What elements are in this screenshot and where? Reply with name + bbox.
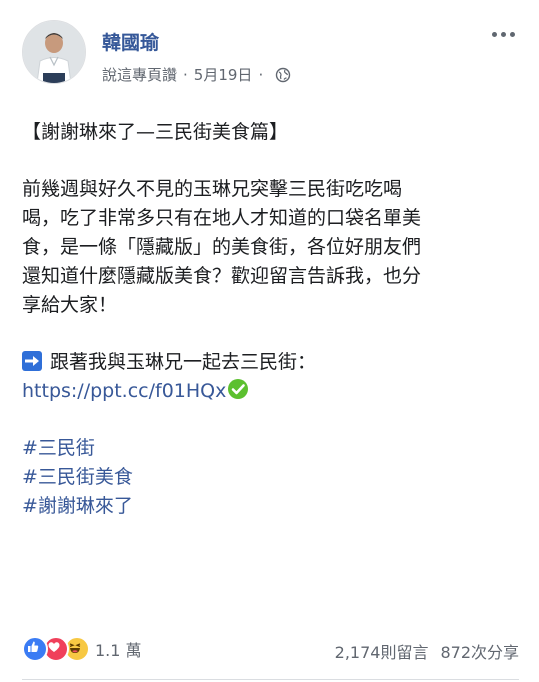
body-line: 前幾週與好久不見的玉琳兄突擊三民街吃吃喝 [22, 178, 403, 200]
post-date[interactable]: 5月19日 [194, 64, 253, 85]
cta-text: 跟著我與玉琳兄一起去三民街： [50, 351, 317, 373]
comment-count[interactable]: 2,174則留言 [335, 639, 429, 663]
share-count[interactable]: 872次分享 [440, 639, 519, 663]
page-source-link[interactable]: 說這專頁讚 [102, 64, 177, 85]
reaction-summary[interactable]: 1.1 萬 [22, 636, 142, 662]
check-mark-icon [228, 379, 249, 399]
meta-separator: · [183, 65, 188, 84]
right-arrow-icon [22, 351, 42, 371]
meta-separator: · [258, 65, 264, 84]
body-line: 喝，吃了非常多只有在地人才知道的口袋名單美 [22, 207, 422, 229]
like-icon [22, 636, 48, 662]
cta-line: 跟著我與玉琳兄一起去三民街： [22, 348, 519, 377]
post-link[interactable]: https://ppt.cc/f01HQx [22, 380, 226, 402]
post-content: 【謝謝琳來了—三民街美食篇】 前幾週與好久不見的玉琳兄突擊三民街吃吃喝 喝，吃了… [22, 118, 519, 521]
engagement-stats: 2,174則留言 872次分享 [335, 639, 519, 663]
reaction-count: 1.1 萬 [95, 641, 142, 660]
post-footer: 1.1 萬 2,174則留言 872次分享 [22, 636, 519, 666]
author-name[interactable]: 韓國瑜 [102, 28, 159, 55]
post-header: 韓國瑜 說這專頁讚 · 5月19日 · [22, 20, 519, 86]
globe-icon[interactable] [275, 67, 291, 83]
hashtag-list: #三民街 #三民街美食 #謝謝琳來了 [22, 434, 519, 521]
body-line: 享給大家！ [22, 294, 118, 316]
hashtag[interactable]: #三民街美食 [22, 463, 519, 492]
post-meta: 說這專頁讚 · 5月19日 · [102, 64, 291, 85]
post-body: 前幾週與好久不見的玉琳兄突擊三民街吃吃喝 喝，吃了非常多只有在地人才知道的口袋名… [22, 175, 519, 320]
footer-divider [22, 679, 519, 680]
post-title: 【謝謝琳來了—三民街美食篇】 [22, 121, 289, 143]
profile-photo-icon [23, 21, 85, 83]
body-line: 食，是一條「隱藏版」的美食街，各位好朋友們 [22, 236, 422, 258]
body-line: 還知道什麼隱藏版美食？歡迎留言告訴我，也分 [22, 265, 422, 287]
hashtag[interactable]: #三民街 [22, 434, 519, 463]
hashtag[interactable]: #謝謝琳來了 [22, 492, 519, 521]
more-options-icon[interactable] [489, 22, 517, 46]
link-line: https://ppt.cc/f01HQx [22, 377, 519, 406]
post-cta: 跟著我與玉琳兄一起去三民街： https://ppt.cc/f01HQx [22, 348, 519, 406]
avatar[interactable] [22, 20, 86, 84]
